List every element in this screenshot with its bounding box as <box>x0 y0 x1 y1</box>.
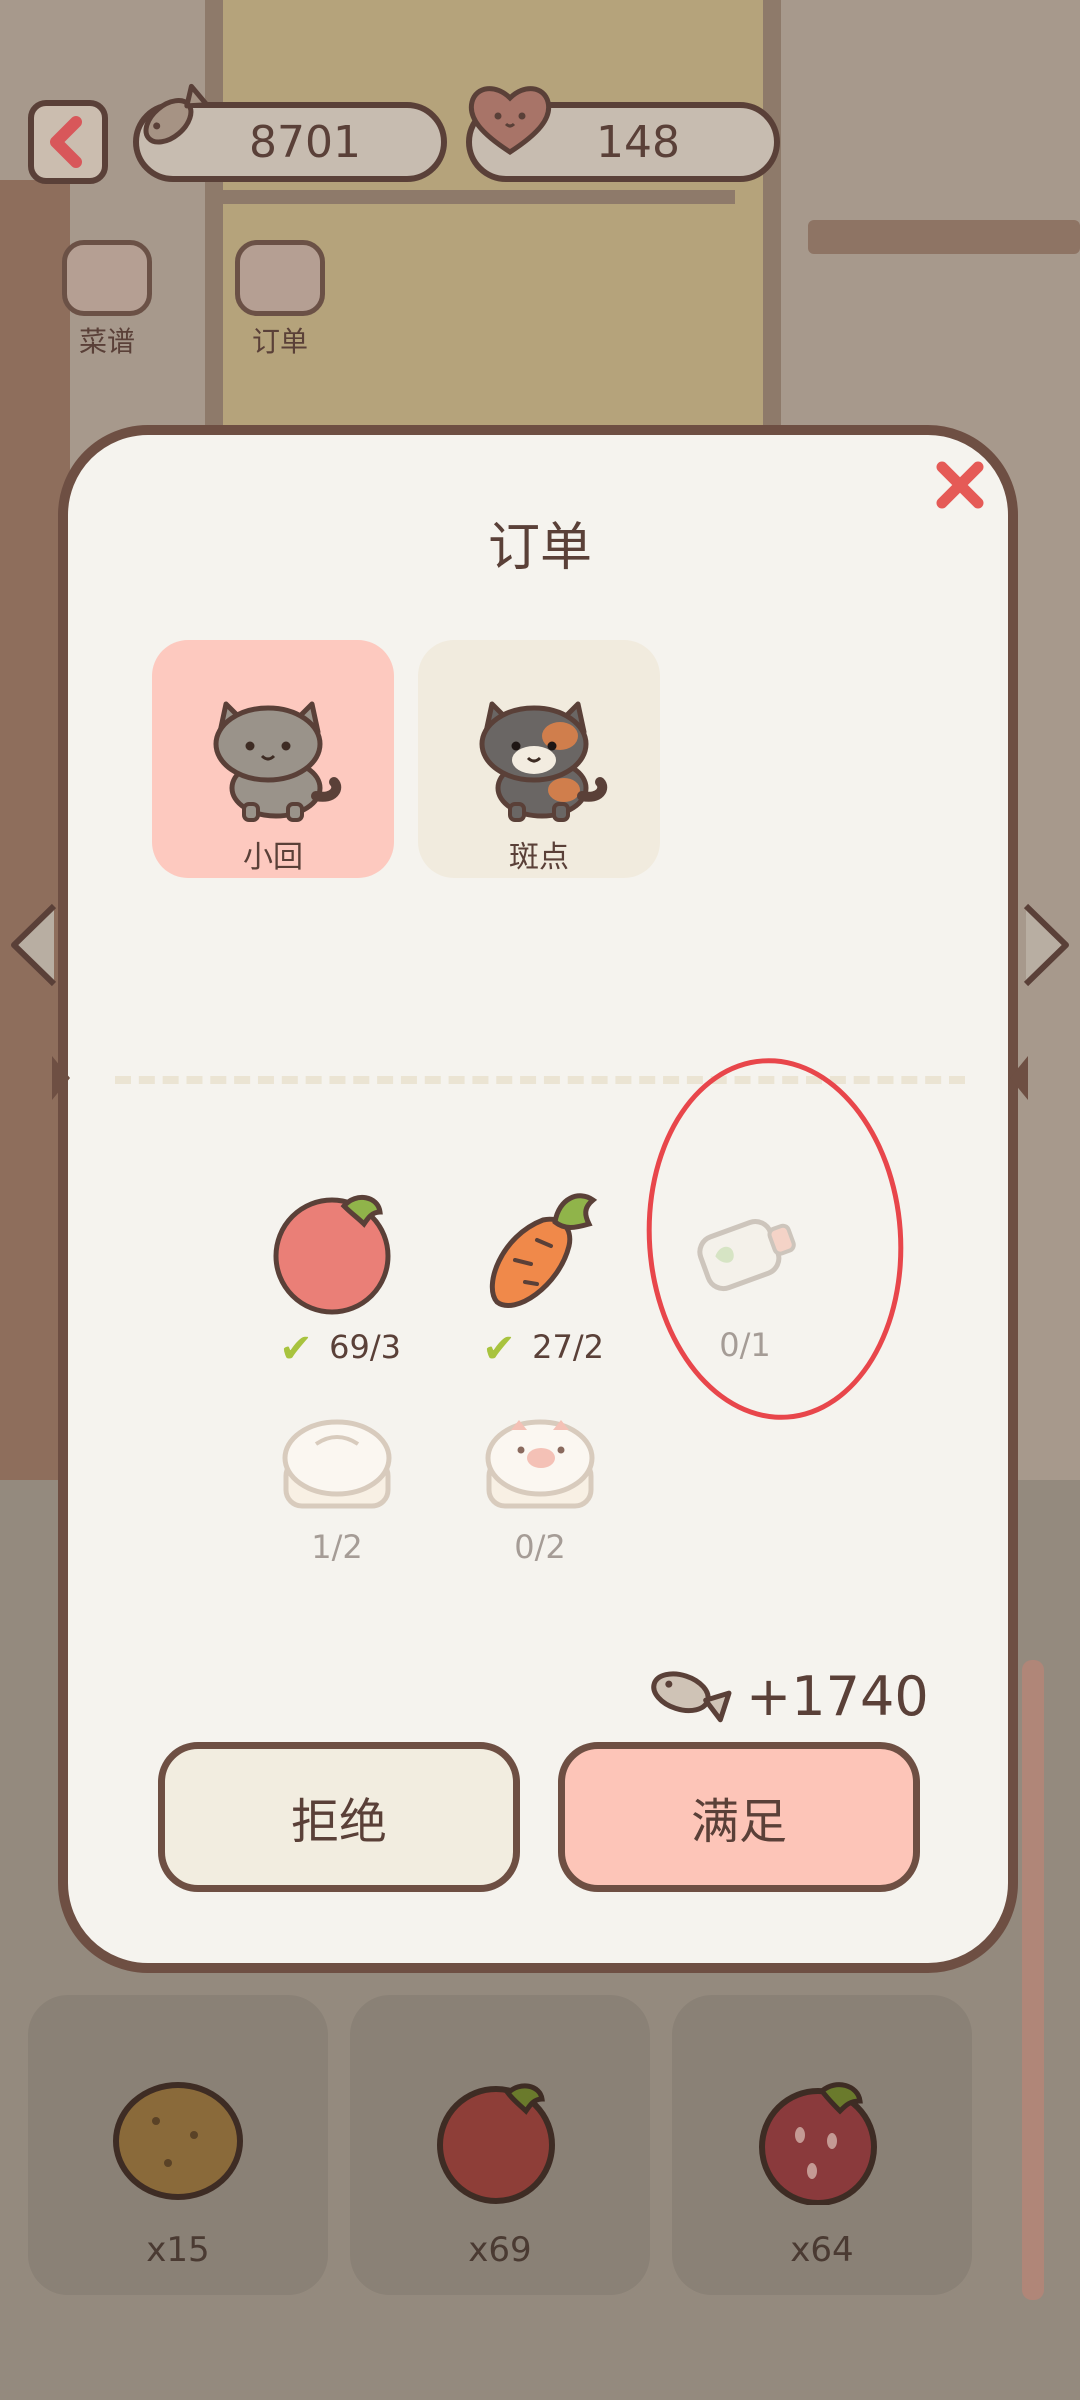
carrot-icon <box>489 1193 598 1308</box>
strawberry-icon <box>759 2082 877 2205</box>
back-button[interactable] <box>28 100 108 184</box>
requirement-carrot: ✔ 27/2 <box>455 1190 625 1372</box>
inventory-slot-tomato[interactable]: x69 <box>350 1995 650 2295</box>
requirement-steamed-bun: 1/2 <box>252 1410 422 1566</box>
reward-amount: +1740 <box>746 1664 929 1728</box>
close-icon[interactable] <box>930 455 990 515</box>
heart-currency-value: 148 <box>596 116 680 168</box>
order-label: 订单 <box>251 325 308 358</box>
inventory-slot-potato[interactable]: x15 <box>28 1995 328 2295</box>
fish-currency-value: 8701 <box>249 116 361 168</box>
decor-pole <box>1022 1660 1044 2300</box>
inventory-count-tomato: x69 <box>468 2230 532 2270</box>
customer-name: 小回 <box>243 840 303 875</box>
heart-cat-icon <box>468 86 552 155</box>
customer-name: 斑点 <box>509 840 569 875</box>
chef-hat-icon <box>62 240 152 316</box>
potato-icon <box>113 2082 243 2200</box>
customer-card-xiaohui[interactable]: 小回 <box>152 640 394 878</box>
requirement-count: 1/2 <box>311 1528 363 1566</box>
dialog-notch-left <box>52 1056 70 1100</box>
right-shelf <box>808 220 1080 254</box>
steamed-bun-icon <box>282 1419 392 1509</box>
order-button[interactable]: 订单 <box>225 240 335 360</box>
fish-icon <box>651 1671 732 1723</box>
check-icon: ✔ <box>482 1326 516 1372</box>
requirement-tomato: ✔ 69/3 <box>252 1190 422 1372</box>
cat-utensils-icon <box>235 240 325 316</box>
requirement-pig-bun: 0/2 <box>455 1410 625 1566</box>
calico-cat-icon <box>479 701 608 822</box>
inventory-slot-strawberry[interactable]: x64 <box>672 1995 972 2295</box>
requirement-count: ✔ 27/2 <box>455 1326 625 1372</box>
next-arrow-icon[interactable] <box>1022 900 1072 990</box>
dialog-notch-right <box>1010 1056 1028 1100</box>
requirement-count: 0/2 <box>514 1528 566 1566</box>
inventory-count-potato: x15 <box>146 2230 210 2270</box>
recipe-button[interactable]: 菜谱 <box>52 240 162 360</box>
reward-row: +1740 <box>640 1660 929 1732</box>
inventory-count-strawberry: x64 <box>790 2230 854 2270</box>
grey-tabby-cat-icon <box>213 701 342 822</box>
reject-button[interactable]: 拒绝 <box>158 1742 520 1892</box>
prev-arrow-icon[interactable] <box>8 900 58 990</box>
check-icon: ✔ <box>279 1326 313 1372</box>
tomato-icon <box>273 1195 391 1315</box>
pig-bun-icon <box>485 1419 595 1509</box>
chevron-left-icon <box>50 116 82 168</box>
dialog-divider <box>115 1076 965 1084</box>
reject-label: 拒绝 <box>290 1794 387 1850</box>
accept-button[interactable]: 满足 <box>558 1742 920 1892</box>
requirement-count: ✔ 69/3 <box>252 1326 422 1372</box>
recipe-label: 菜谱 <box>78 325 135 358</box>
customer-card-bandian[interactable]: 斑点 <box>418 640 660 878</box>
dialog-title: 订单 <box>487 518 592 578</box>
tomato-icon <box>437 2083 555 2204</box>
kitchen-window <box>205 0 781 458</box>
accept-label: 满足 <box>690 1794 787 1850</box>
window-frame <box>215 190 735 204</box>
fish-icon <box>143 83 210 145</box>
